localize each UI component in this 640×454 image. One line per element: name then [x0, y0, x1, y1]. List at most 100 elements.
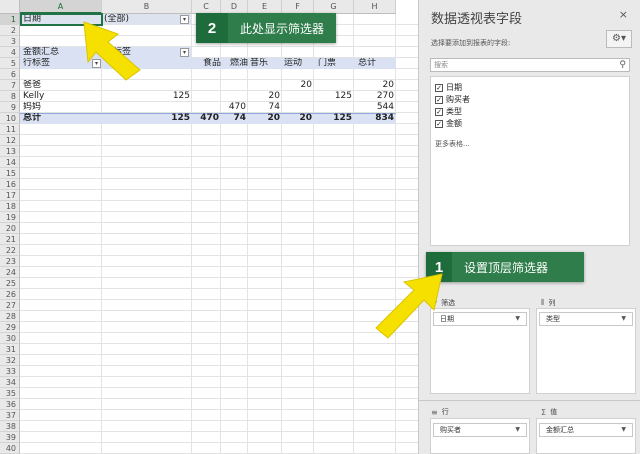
- row-header[interactable]: 33: [0, 366, 20, 377]
- row-header[interactable]: 29: [0, 322, 20, 333]
- chevron-down-icon[interactable]: ▼: [515, 313, 520, 325]
- row-header[interactable]: 1: [0, 14, 20, 25]
- chevron-down-icon[interactable]: ▼: [621, 424, 626, 436]
- col-header-g[interactable]: G: [314, 0, 354, 14]
- row-header[interactable]: 18: [0, 201, 20, 212]
- columns-field-pill[interactable]: 类型 ▼: [539, 312, 633, 326]
- row-header[interactable]: 5: [0, 58, 20, 69]
- row-header[interactable]: 23: [0, 256, 20, 267]
- spreadsheet[interactable]: A B C D E F G H 1 2 3 4 5 6 7 8 9 10 11 12 13 14 15 16 1…: [0, 0, 418, 454]
- col-header-d[interactable]: D: [221, 0, 248, 14]
- col-header-e[interactable]: E: [248, 0, 282, 14]
- yellow-arrow-icon: [83, 21, 141, 81]
- row-header[interactable]: 8: [0, 91, 20, 102]
- col-header-a[interactable]: A: [20, 0, 102, 14]
- row-header[interactable]: 3: [0, 36, 20, 47]
- values-field-pill[interactable]: 金额汇总 ▼: [539, 423, 633, 437]
- chevron-down-icon[interactable]: ▼: [515, 424, 520, 436]
- checkbox-checked-icon[interactable]: ✓: [435, 95, 443, 104]
- search-placeholder: 搜索: [434, 61, 448, 69]
- col-header-f[interactable]: F: [282, 0, 314, 14]
- value-cell: [282, 102, 314, 113]
- value-cell: 270: [376, 91, 394, 101]
- field-label: 购买者: [446, 95, 470, 104]
- row-header[interactable]: 19: [0, 212, 20, 223]
- area-label-values: Σ 值: [541, 407, 557, 417]
- row-header[interactable]: 32: [0, 355, 20, 366]
- row-header[interactable]: 7: [0, 80, 20, 91]
- value-cell: 74: [268, 102, 280, 112]
- callout-show-filter: 2 此处显示筛选器: [196, 13, 337, 43]
- row-header[interactable]: 15: [0, 168, 20, 179]
- value-cell: [314, 102, 354, 113]
- field-list: ✓ 日期 ✓ 购买者 ✓ 类型 ✓ 金额 更多表格...: [430, 76, 630, 246]
- value-cell: [248, 80, 282, 91]
- select-all-corner[interactable]: [0, 0, 20, 14]
- search-icon[interactable]: ⚲: [619, 59, 626, 71]
- checkbox-checked-icon[interactable]: ✓: [435, 107, 443, 116]
- value-cell: 544: [376, 102, 394, 112]
- col-header-c[interactable]: C: [192, 0, 221, 14]
- field-item-amount[interactable]: ✓ 金额: [435, 118, 462, 129]
- col-header-h[interactable]: H: [354, 0, 396, 14]
- row-header[interactable]: 25: [0, 278, 20, 289]
- value-cell: 20: [382, 80, 394, 90]
- row-header[interactable]: 24: [0, 267, 20, 278]
- area-label-columns: ⦀ 列: [541, 298, 556, 308]
- close-icon[interactable]: ×: [619, 8, 628, 21]
- col-header-b[interactable]: B: [102, 0, 192, 14]
- col-header-fuel: 燃油: [229, 58, 248, 68]
- field-item-date[interactable]: ✓ 日期: [435, 82, 462, 93]
- row-header[interactable]: 34: [0, 377, 20, 388]
- value-cell: [221, 80, 248, 91]
- row-header[interactable]: 35: [0, 388, 20, 399]
- rows-field-pill[interactable]: 购买者 ▼: [433, 423, 527, 437]
- row-header[interactable]: 17: [0, 190, 20, 201]
- row-header[interactable]: 16: [0, 179, 20, 190]
- row-header[interactable]: 36: [0, 399, 20, 410]
- checkbox-checked-icon[interactable]: ✓: [435, 83, 443, 92]
- callout-set-top-filter: 1 设置顶层筛选器: [426, 252, 584, 282]
- row-header[interactable]: 12: [0, 135, 20, 146]
- row-header[interactable]: 11: [0, 124, 20, 135]
- field-label: 类型: [446, 107, 462, 116]
- field-item-buyer[interactable]: ✓ 购买者: [435, 94, 470, 105]
- row-label-cell: 妈妈: [23, 102, 42, 112]
- field-item-type[interactable]: ✓ 类型: [435, 106, 462, 117]
- field-search-input[interactable]: 搜索 ⚲: [430, 58, 630, 72]
- value-cell: 20: [300, 80, 312, 90]
- row-header[interactable]: 20: [0, 223, 20, 234]
- chevron-down-icon[interactable]: ▼: [621, 313, 626, 325]
- row-header[interactable]: 4: [0, 47, 20, 58]
- row-header[interactable]: 28: [0, 311, 20, 322]
- more-tables-link[interactable]: 更多表格...: [435, 139, 470, 149]
- row-header[interactable]: 40: [0, 443, 20, 454]
- row-header[interactable]: 37: [0, 410, 20, 421]
- row-header[interactable]: 14: [0, 157, 20, 168]
- checkbox-checked-icon[interactable]: ✓: [435, 119, 443, 128]
- pill-label: 购买者: [440, 426, 461, 434]
- value-cell: 125: [334, 91, 352, 101]
- total-value: 20: [299, 113, 312, 123]
- row-header[interactable]: 13: [0, 146, 20, 157]
- yellow-arrow-icon: [375, 273, 443, 339]
- area-label-rows: ≡ 行: [431, 407, 449, 417]
- value-cell: 20: [268, 91, 280, 101]
- row-header[interactable]: 9: [0, 102, 20, 113]
- row-header[interactable]: 30: [0, 333, 20, 344]
- row-header[interactable]: 38: [0, 421, 20, 432]
- gear-icon[interactable]: ⚙▾: [606, 30, 632, 48]
- row-header[interactable]: 2: [0, 25, 20, 36]
- row-header[interactable]: 10: [0, 113, 20, 124]
- row-header[interactable]: 21: [0, 234, 20, 245]
- row-label-cell: Kelly: [23, 91, 45, 101]
- col-label-dropdown-icon[interactable]: ▾: [180, 48, 189, 57]
- row-header[interactable]: 27: [0, 300, 20, 311]
- row-header[interactable]: 6: [0, 69, 20, 80]
- total-value: 470: [200, 113, 219, 123]
- filter-dropdown-icon[interactable]: ▾: [180, 15, 189, 24]
- row-header[interactable]: 31: [0, 344, 20, 355]
- row-header[interactable]: 26: [0, 289, 20, 300]
- row-header[interactable]: 22: [0, 245, 20, 256]
- row-header[interactable]: 39: [0, 432, 20, 443]
